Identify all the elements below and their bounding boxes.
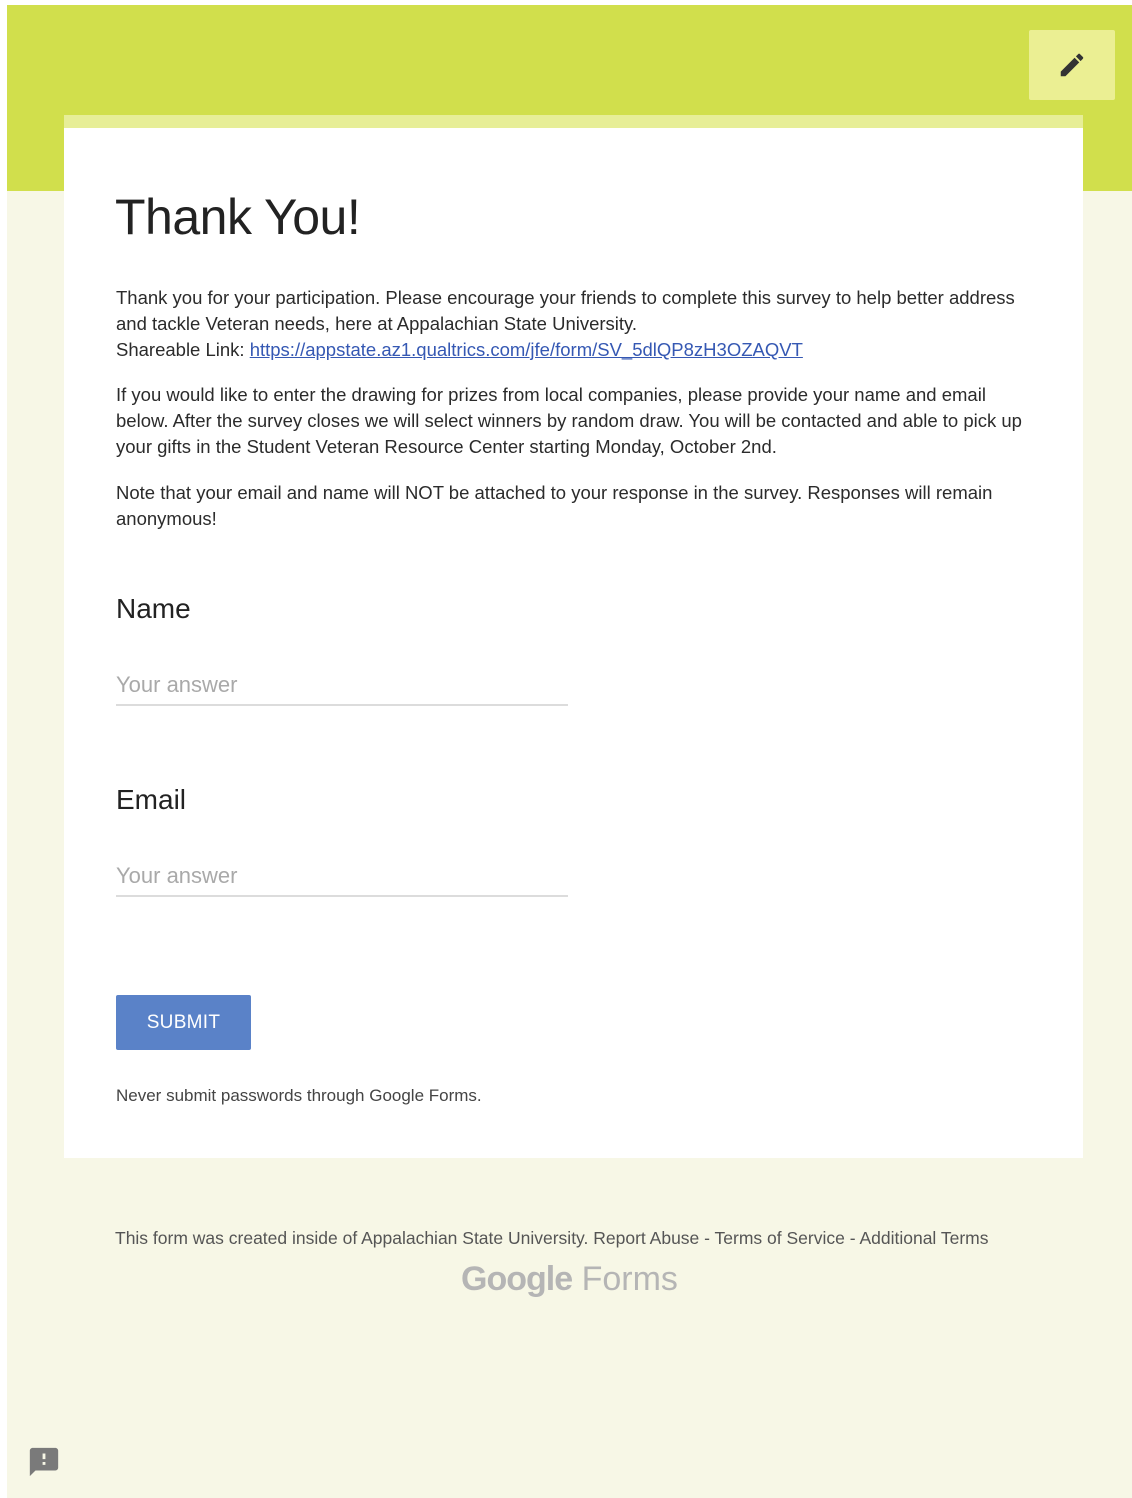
shareable-link-line: Shareable Link: https://appstate.az1.qua… — [116, 337, 1036, 363]
card-accent-bar — [64, 115, 1083, 128]
intro-paragraph: Thank you for your participation. Please… — [116, 287, 1015, 334]
form-description-drawing: If you would like to enter the drawing f… — [116, 382, 1036, 460]
footer-separator: - — [699, 1228, 715, 1248]
edit-form-button[interactable] — [1029, 30, 1115, 100]
google-wordmark: Google — [461, 1260, 573, 1298]
drawing-paragraph: If you would like to enter the drawing f… — [116, 384, 1022, 457]
anonymity-note: Note that your email and name will NOT b… — [116, 482, 993, 529]
report-feedback-icon — [27, 1447, 61, 1483]
forms-wordmark: Forms — [581, 1260, 678, 1298]
form-page: Thank You! Thank you for your participat… — [7, 5, 1132, 1498]
shareable-link-label: Shareable Link: — [116, 339, 250, 360]
additional-terms-link[interactable]: Additional Terms — [859, 1228, 988, 1248]
footer-links: This form was created inside of Appalach… — [115, 1228, 989, 1249]
form-title: Thank You! — [115, 189, 361, 245]
report-feedback-button[interactable] — [27, 1445, 61, 1479]
form-description-intro: Thank you for your participation. Please… — [116, 285, 1036, 363]
name-question-label: Name — [116, 593, 191, 624]
password-warning: Never submit passwords through Google Fo… — [116, 1086, 482, 1105]
name-input[interactable] — [116, 666, 568, 706]
footer-notice: This form was created inside of Appalach… — [115, 1228, 589, 1248]
google-forms-logo[interactable]: Google Forms — [7, 1260, 1132, 1299]
email-question-label: Email — [116, 784, 187, 815]
shareable-link[interactable]: https://appstate.az1.qualtrics.com/jfe/f… — [250, 339, 803, 360]
terms-of-service-link[interactable]: Terms of Service — [715, 1228, 845, 1248]
pencil-icon — [1057, 50, 1087, 80]
submit-button[interactable]: SUBMIT — [116, 995, 251, 1050]
form-description-note: Note that your email and name will NOT b… — [116, 480, 1036, 532]
email-input[interactable] — [116, 857, 568, 897]
report-abuse-link[interactable]: Report Abuse — [593, 1228, 699, 1248]
form-card: Thank You! Thank you for your participat… — [64, 128, 1083, 1158]
footer-separator: - — [844, 1228, 860, 1248]
